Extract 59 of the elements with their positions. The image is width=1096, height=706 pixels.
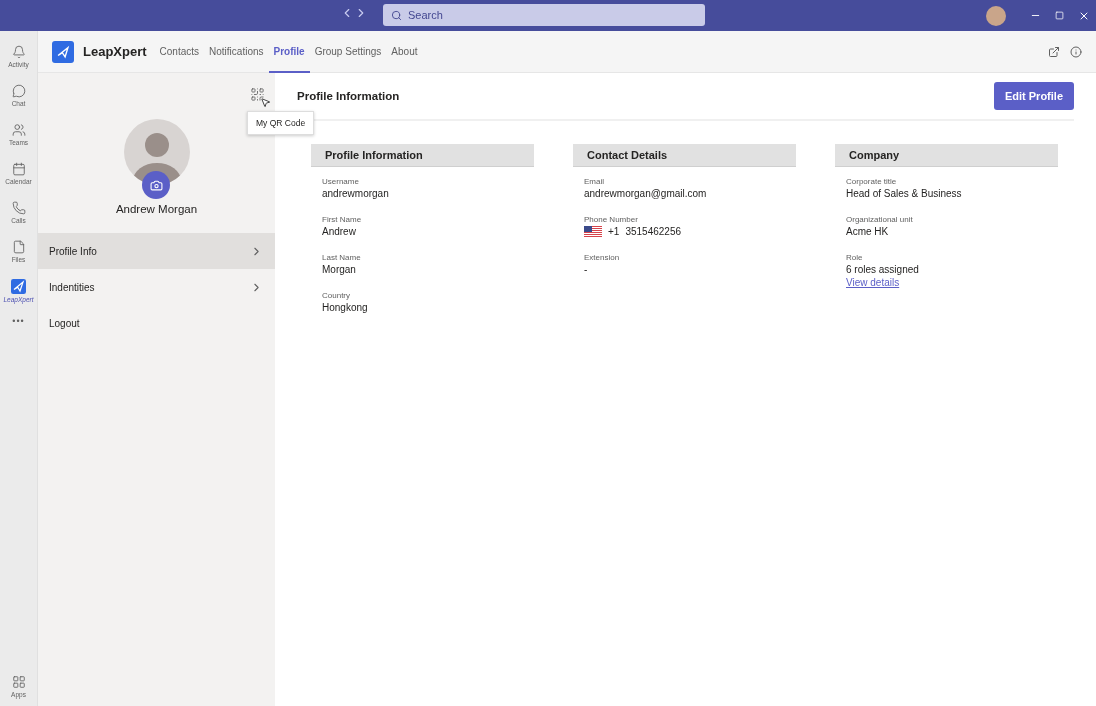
nav-tab[interactable]: About (386, 30, 423, 73)
field-label: Corporate title (846, 177, 898, 186)
people-icon (11, 123, 26, 137)
field-label: Role (846, 253, 864, 262)
section-header: Contact Details (573, 144, 796, 167)
chat-icon (11, 84, 26, 98)
section-header: Company (835, 144, 1058, 167)
popout-icon[interactable] (1048, 45, 1060, 58)
page-title: Profile Information (297, 90, 400, 102)
field-label: Last Name (322, 253, 362, 262)
tooltip: My QR Code (247, 111, 315, 135)
menu-item[interactable]: Indentities (38, 269, 275, 305)
maximize-icon[interactable] (1055, 11, 1064, 20)
section-header: Profile Information (311, 144, 534, 167)
field-label: Phone Number (584, 215, 639, 224)
camera-icon (149, 178, 163, 192)
nav-tab[interactable]: Profile (268, 30, 310, 73)
more-button[interactable]: ••• (12, 316, 25, 326)
field-value: andrewmorgan (322, 188, 390, 199)
edit-profile-button[interactable]: Edit Profile (993, 82, 1074, 110)
field-label: Username (322, 177, 360, 186)
camera-button[interactable] (142, 171, 170, 199)
info-icon[interactable] (1070, 45, 1082, 58)
flag-icon (584, 226, 602, 237)
nav-tab[interactable]: Group Settings (309, 30, 387, 73)
nav-tab[interactable]: Notifications (204, 30, 269, 73)
field-value: Andrew (322, 226, 357, 237)
field-label: Organizational unit (846, 215, 914, 224)
country-code: +1 (608, 226, 620, 237)
cursor-icon (260, 97, 271, 108)
phone-icon (11, 201, 26, 215)
calendar-icon (11, 162, 26, 176)
field-value: Hongkong (322, 302, 369, 313)
user-avatar[interactable] (986, 5, 1006, 26)
field-label: Country (322, 291, 351, 300)
view-details-link[interactable]: View details (846, 277, 1058, 288)
apps-icon (11, 675, 26, 689)
file-icon (11, 240, 26, 254)
field-label: Extension (584, 253, 621, 262)
bell-icon (11, 45, 26, 59)
logo-icon (52, 40, 74, 63)
logo-icon (11, 278, 26, 294)
field-value: 6 roles assigned (846, 264, 920, 275)
brand-name: LeapXpert (83, 44, 147, 59)
search-icon (391, 9, 402, 21)
field-value: - (584, 264, 589, 275)
field-value: Morgan (322, 264, 357, 275)
field-label: Email (584, 177, 605, 186)
menu-item[interactable]: Profile Info (38, 233, 275, 269)
field-value: 3515462256 (625, 226, 682, 237)
field-value: andrewmorgan@gmail.com (584, 188, 708, 199)
field-value: Acme HK (846, 226, 890, 237)
field-label: First Name (322, 215, 363, 224)
field-value: Head of Sales & Business (846, 188, 963, 199)
profile-name: Andrew Morgan (114, 203, 199, 215)
qr-code-icon[interactable] (250, 87, 265, 102)
search-field[interactable]: Search (383, 4, 705, 26)
menu-item[interactable]: Logout (38, 305, 275, 341)
nav-tab[interactable]: Contacts (154, 30, 205, 73)
